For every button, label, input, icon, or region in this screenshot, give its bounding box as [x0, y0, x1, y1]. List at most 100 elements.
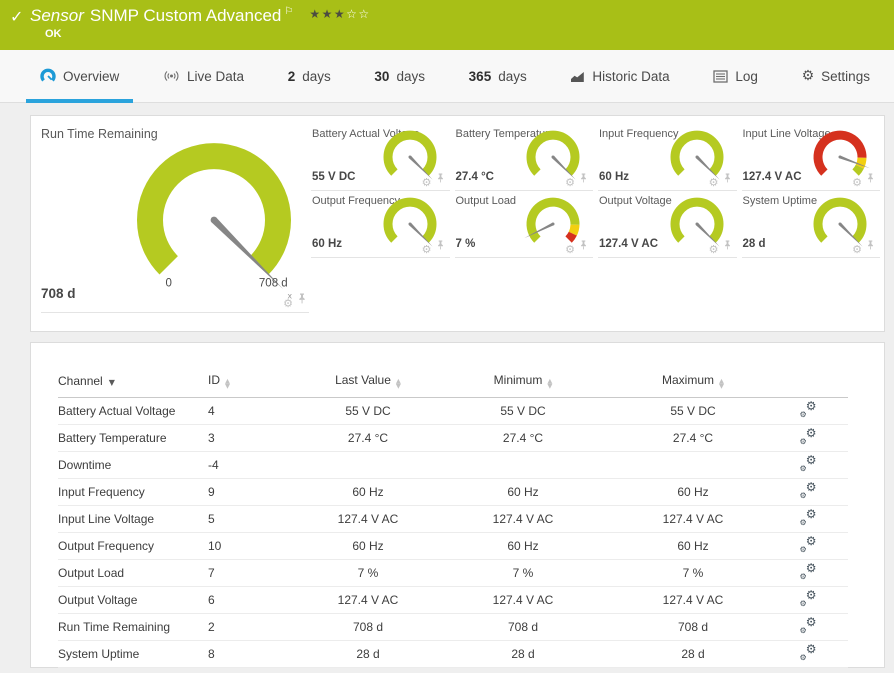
pin-icon[interactable]: [866, 170, 875, 188]
gear-icon[interactable]: ⚙: [422, 177, 432, 188]
pin-icon[interactable]: [723, 170, 732, 188]
star-filled-icon[interactable]: ★: [322, 7, 334, 21]
log-icon: [713, 69, 729, 83]
tab-label: Log: [735, 68, 758, 84]
tab-365-days[interactable]: 365 days: [455, 50, 541, 102]
broadcast-icon: [163, 69, 180, 83]
cell-max: 55 V DC: [670, 403, 716, 418]
gear-icon[interactable]: ⚙: [709, 177, 719, 188]
cell-max: 28 d: [681, 646, 705, 661]
tab-log[interactable]: Log: [699, 50, 772, 102]
column-header-actions: [768, 365, 848, 398]
channel-settings-icon[interactable]: ⚙ ⚙: [800, 480, 817, 500]
table-row[interactable]: Battery Actual Voltage 4 55 V DC 55 V DC 55 …: [58, 397, 848, 425]
run-time-remaining-gauge: x 0 708 d: [119, 138, 309, 301]
channel-settings-icon[interactable]: ⚙ ⚙: [800, 426, 817, 446]
tab-live-data[interactable]: Live Data: [149, 50, 258, 102]
channel-settings-icon[interactable]: ⚙ ⚙: [800, 507, 817, 527]
cell-channel: Output Load: [58, 565, 125, 580]
star-empty-icon[interactable]: ☆: [358, 7, 370, 21]
pin-icon[interactable]: [436, 170, 445, 188]
channel-settings-icon[interactable]: ⚙ ⚙: [800, 588, 817, 608]
table-row[interactable]: Output Load 7 7 % 7 % 7 % ⚙ ⚙: [58, 559, 848, 587]
column-header-channel[interactable]: Channel ▼: [58, 365, 208, 398]
gear-icon[interactable]: ⚙: [709, 244, 719, 255]
chart-icon: [570, 69, 585, 83]
table-row[interactable]: Run Time Remaining 2 708 d 708 d 708 d ⚙ ⚙: [58, 613, 848, 641]
gear-icon[interactable]: ⚙: [565, 177, 575, 188]
pin-icon[interactable]: [866, 237, 875, 255]
gauge-tile-input-frequency: Input Frequency 60 Hz ⚙: [598, 124, 737, 191]
cell-max: 7 %: [682, 565, 704, 580]
tab-settings[interactable]: ⚙ Settings: [788, 50, 884, 102]
column-header-minimum[interactable]: Minimum ▲ ▼: [428, 365, 618, 398]
cell-channel: System Uptime: [58, 646, 140, 661]
table-row[interactable]: Input Line Voltage 5 127.4 V AC 127.4 V AC 1…: [58, 505, 848, 533]
channel-settings-icon[interactable]: ⚙ ⚙: [800, 453, 817, 473]
gear-icon[interactable]: ⚙: [852, 177, 862, 188]
star-filled-icon[interactable]: ★: [309, 7, 321, 21]
tab-2-days[interactable]: 2 days: [274, 50, 345, 102]
sort-desc-icon: ▼: [108, 377, 115, 387]
cell-id: 10: [208, 538, 222, 553]
gear-icon[interactable]: ⚙: [422, 244, 432, 255]
channel-settings-icon[interactable]: ⚙ ⚙: [800, 399, 817, 419]
star-empty-icon[interactable]: ☆: [346, 7, 358, 21]
gauge-tile-run-time-remaining: Run Time Remaining x 0 708 d 708 d ⚙: [41, 116, 309, 313]
table-row[interactable]: Output Frequency 10 60 Hz 60 Hz 60 Hz ⚙ ⚙: [58, 532, 848, 560]
tab-label: days: [498, 68, 527, 84]
gear-icon[interactable]: ⚙: [283, 298, 293, 309]
table-row[interactable]: System Uptime 8 28 d 28 d 28 d ⚙ ⚙: [58, 640, 848, 668]
channel-settings-icon[interactable]: ⚙ ⚙: [800, 642, 817, 662]
table-row[interactable]: Output Voltage 6 127.4 V AC 127.4 V AC 127.4…: [58, 586, 848, 614]
pin-icon[interactable]: [579, 237, 588, 255]
column-header-last-value[interactable]: Last Value ▲ ▼: [308, 365, 428, 398]
gauge-tile-battery-temperature: Battery Temperature 27.4 °C ⚙: [454, 124, 593, 191]
cell-channel: Output Frequency: [58, 538, 155, 553]
flag-icon[interactable]: ⚐: [284, 6, 293, 17]
table-row[interactable]: Input Frequency 9 60 Hz 60 Hz 60 Hz ⚙ ⚙: [58, 478, 848, 506]
pin-icon[interactable]: [297, 291, 307, 309]
column-header-maximum[interactable]: Maximum ▲ ▼: [618, 365, 768, 398]
gauge-value: 27.4 °C: [455, 171, 494, 183]
channel-settings-icon[interactable]: ⚙ ⚙: [800, 534, 817, 554]
column-header-id[interactable]: ID ▲ ▼: [208, 365, 308, 398]
pin-icon[interactable]: [436, 237, 445, 255]
cell-id: 3: [208, 430, 215, 445]
cell-max: 127.4 V AC: [662, 511, 724, 526]
pin-icon[interactable]: [723, 237, 732, 255]
gauge-value: 127.4 V AC: [742, 171, 802, 183]
star-filled-icon[interactable]: ★: [334, 7, 346, 21]
cell-max: 60 Hz: [677, 538, 709, 553]
tab-number: 365: [468, 68, 492, 84]
cell-last: 127.4 V AC: [337, 511, 399, 526]
gauge-tile-output-voltage: Output Voltage 127.4 V AC ⚙: [598, 191, 737, 258]
tab-label: Overview: [63, 68, 120, 84]
tab-overview[interactable]: Overview: [26, 50, 134, 103]
gauge-tile-input-line-voltage: Input Line Voltage 127.4 V AC ⚙: [741, 124, 880, 191]
cell-min: 55 V DC: [500, 403, 546, 418]
channel-settings-icon[interactable]: ⚙ ⚙: [800, 615, 817, 635]
tab-30-days[interactable]: 30 days: [360, 50, 439, 102]
cell-last: 7 %: [357, 565, 379, 580]
cell-channel: Battery Actual Voltage: [58, 403, 176, 418]
tab-label: days: [302, 68, 331, 84]
cell-id: 7: [208, 565, 215, 580]
table-row[interactable]: Battery Temperature 3 27.4 °C 27.4 °C 27.4 °…: [58, 424, 848, 452]
cell-min: 708 d: [507, 619, 539, 634]
cell-id: -4: [208, 457, 219, 472]
tab-historic-data[interactable]: Historic Data: [556, 50, 683, 102]
gauge-tile-output-frequency: Output Frequency 60 Hz ⚙: [311, 191, 450, 258]
pin-icon[interactable]: [579, 170, 588, 188]
sort-icon: ▲ ▼: [395, 376, 401, 390]
table-row[interactable]: Downtime -4 ⚙ ⚙: [58, 451, 848, 479]
cell-id: 5: [208, 511, 215, 526]
gear-icon[interactable]: ⚙: [852, 244, 862, 255]
channel-settings-icon[interactable]: ⚙ ⚙: [800, 561, 817, 581]
cell-min: 27.4 °C: [502, 430, 544, 445]
priority-stars[interactable]: ★★★☆☆: [309, 7, 370, 21]
gear-icon[interactable]: ⚙: [565, 244, 575, 255]
sensor-title-line: Sensor SNMP Custom Advanced ⚐ ★★★☆☆: [30, 6, 371, 26]
cell-last: 708 d: [352, 619, 384, 634]
cell-last: 60 Hz: [352, 484, 384, 499]
